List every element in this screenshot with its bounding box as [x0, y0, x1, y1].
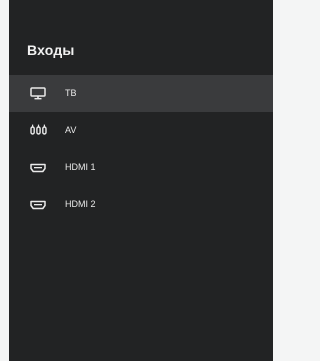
av-connector-icon — [29, 124, 47, 138]
input-item-label: ТВ — [65, 88, 77, 98]
hdmi-icon — [29, 161, 47, 175]
input-item-label: HDMI 2 — [65, 199, 96, 209]
input-item-av[interactable]: AV — [9, 112, 273, 149]
tv-icon — [29, 87, 47, 101]
input-item-hdmi-2[interactable]: HDMI 2 — [9, 186, 273, 223]
input-item-label: AV — [65, 125, 77, 135]
input-item-tv[interactable]: ТВ — [9, 75, 273, 112]
hdmi-icon — [29, 198, 47, 212]
input-item-label: HDMI 1 — [65, 162, 96, 172]
page-title: Входы — [27, 42, 75, 58]
inputs-panel: Входы ТВ AV HDMI 1 HDMI 2 — [9, 0, 273, 361]
input-source-list: ТВ AV HDMI 1 HDMI 2 — [9, 75, 273, 223]
input-item-hdmi-1[interactable]: HDMI 1 — [9, 149, 273, 186]
